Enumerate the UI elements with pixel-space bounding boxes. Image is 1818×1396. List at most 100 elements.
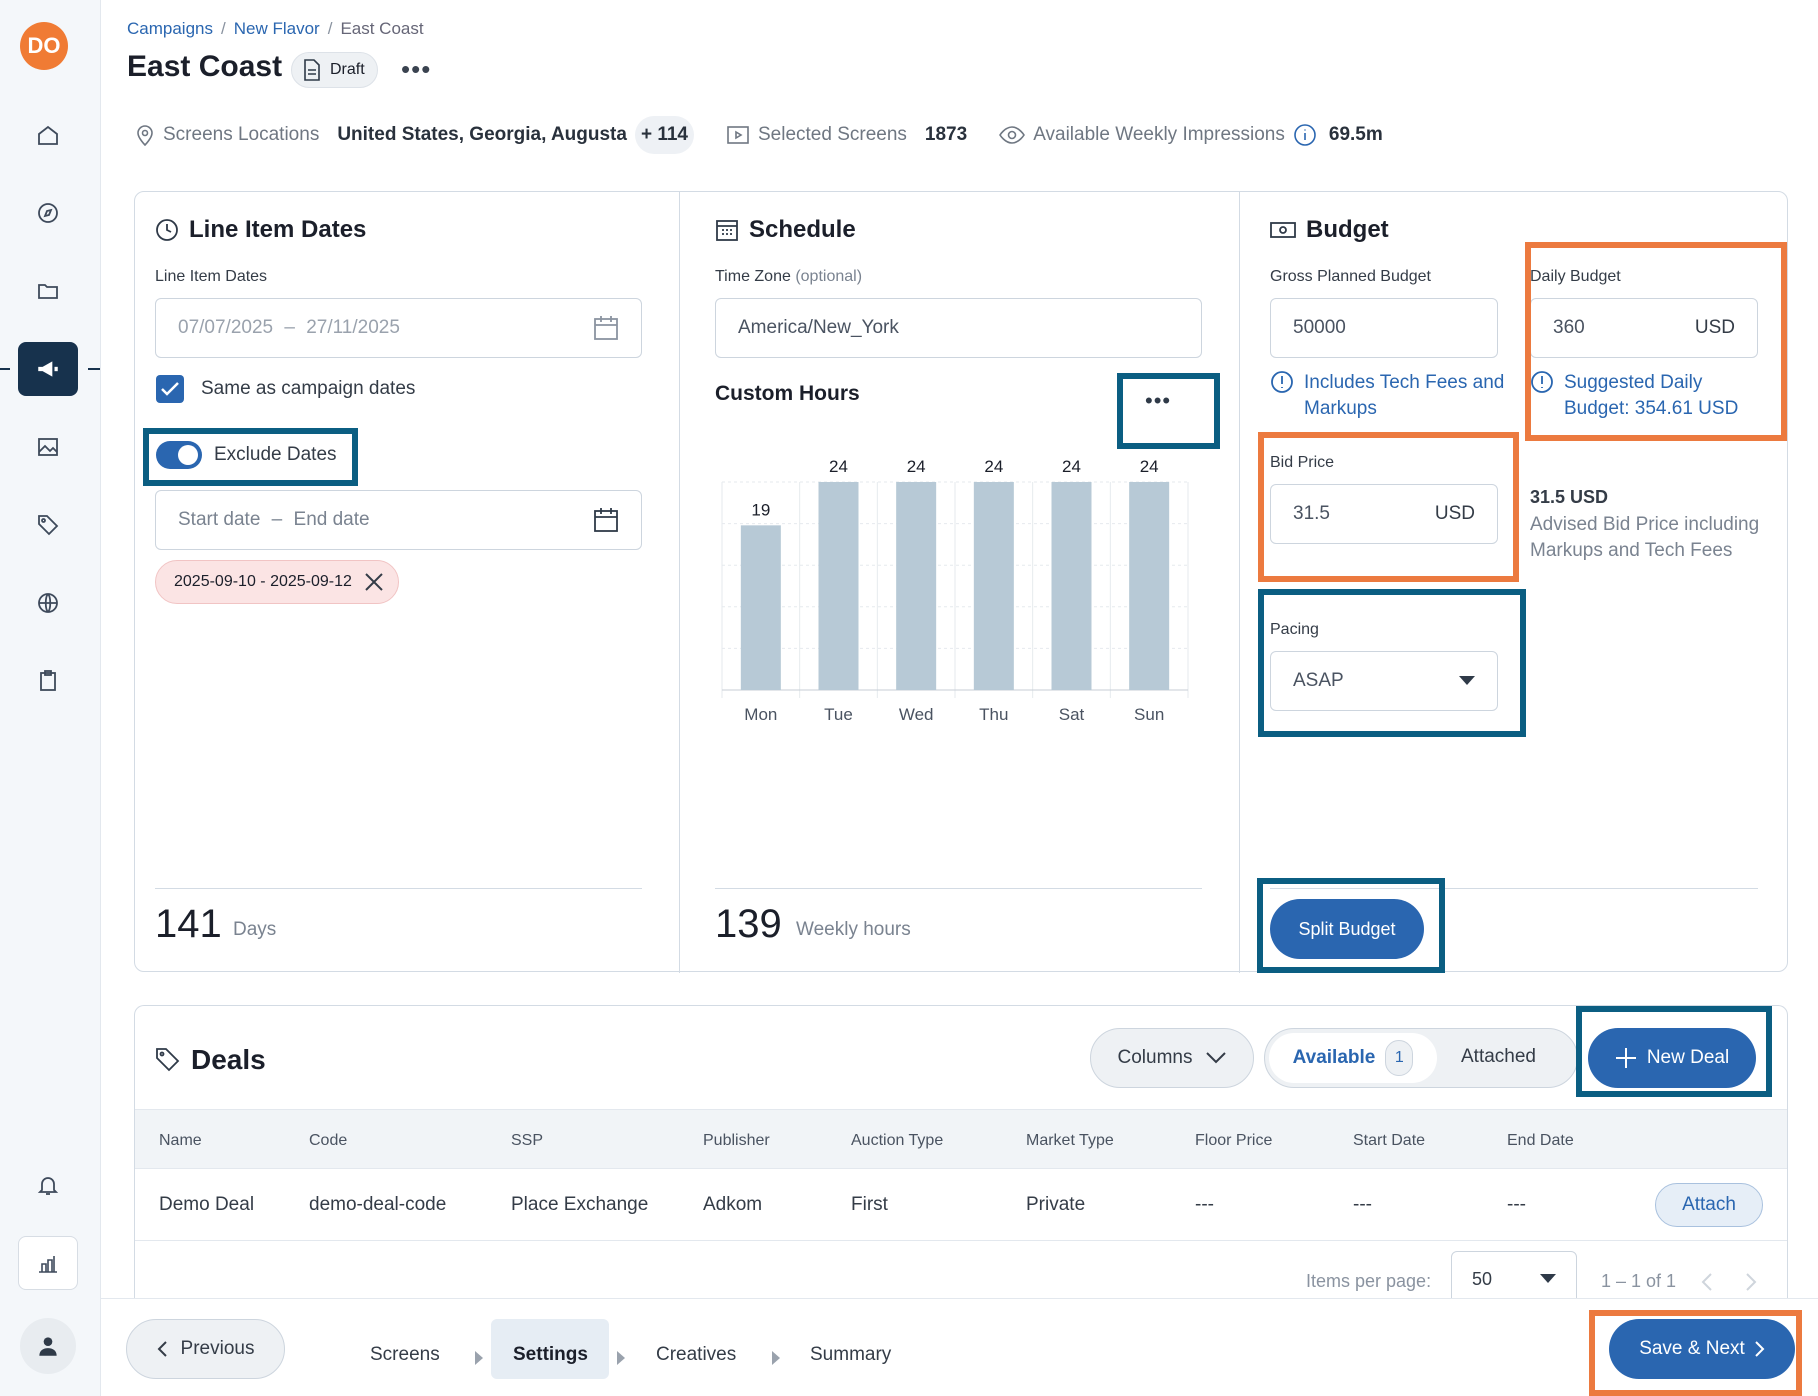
col-floor-price[interactable]: Floor Price (1195, 1132, 1272, 1150)
attach-button[interactable]: Attach (1655, 1183, 1763, 1227)
page-title: East Coast (127, 50, 283, 83)
deals-heading: Deals (155, 1044, 266, 1076)
tags-icon (156, 1048, 180, 1072)
col-start-date[interactable]: Start Date (1353, 1132, 1425, 1150)
more-options-button[interactable]: ••• (401, 54, 431, 85)
dropdown-arrow-icon (1540, 1274, 1556, 1283)
custom-hours-label: Custom Hours (715, 382, 860, 405)
breadcrumb-current: East Coast (340, 19, 424, 38)
timezone-label-text: Time Zone (715, 268, 791, 285)
deal-publisher: Adkom (703, 1194, 763, 1215)
tab-attached[interactable]: Attached (1461, 1046, 1536, 1068)
col-code[interactable]: Code (309, 1132, 347, 1150)
bar-value-label: 24 (984, 457, 1003, 476)
plus-icon (1615, 1048, 1636, 1068)
breadcrumb-new-flavor[interactable]: New Flavor (234, 19, 320, 38)
image-icon[interactable] (18, 420, 78, 474)
locations-value: United States, Georgia, Augusta (337, 124, 627, 145)
home-icon[interactable] (18, 108, 78, 162)
available-count-badge: 1 (1385, 1040, 1414, 1076)
breadcrumb-separator: / (327, 19, 333, 38)
step-settings[interactable]: Settings (513, 1344, 588, 1366)
chevron-left-icon (157, 1341, 167, 1357)
col-market-type[interactable]: Market Type (1026, 1132, 1114, 1150)
active-indicator-right (88, 368, 100, 370)
deal-auction-type: First (851, 1194, 888, 1215)
deal-start-date: --- (1353, 1194, 1372, 1215)
bid-price-input[interactable]: 31.5 USD (1270, 484, 1498, 544)
user-icon[interactable] (20, 1318, 76, 1374)
alert-circle-icon (1271, 371, 1293, 393)
gross-budget-input[interactable]: 50000 (1270, 298, 1498, 358)
split-budget-button[interactable]: Split Budget (1270, 899, 1424, 959)
gross-budget-label: Gross Planned Budget (1270, 268, 1431, 285)
deal-floor-price: --- (1195, 1194, 1214, 1215)
bid-price-unit: USD (1434, 503, 1475, 524)
step-arrow (772, 1351, 780, 1365)
checkmark-icon (161, 382, 179, 396)
deals-table-header: Name Code SSP Publisher Auction Type Mar… (135, 1109, 1787, 1169)
footer-stepper: Previous Screens Settings Creatives Summ… (101, 1298, 1818, 1396)
col-publisher[interactable]: Publisher (703, 1132, 770, 1150)
tag-icon[interactable] (18, 498, 78, 552)
timezone-input[interactable]: America/New_York (715, 298, 1202, 358)
col-end-date[interactable]: End Date (1507, 1132, 1574, 1150)
clipboard-icon[interactable] (18, 654, 78, 708)
logo[interactable]: DO (20, 22, 68, 70)
save-next-label: Save & Next (1639, 1338, 1745, 1359)
columns-button[interactable]: Columns (1090, 1028, 1254, 1088)
new-deal-button[interactable]: New Deal (1588, 1028, 1756, 1088)
gross-budget-value: 50000 (1293, 317, 1346, 338)
same-as-campaign-checkbox[interactable] (156, 375, 184, 403)
locations-more-badge[interactable]: + 114 (634, 116, 694, 154)
items-per-page-value: 50 (1472, 1268, 1493, 1289)
col-ssp[interactable]: SSP (511, 1132, 543, 1150)
deal-name: Demo Deal (159, 1194, 255, 1215)
folder-icon[interactable] (18, 264, 78, 318)
bar-value-label: 19 (751, 500, 770, 519)
globe-icon[interactable] (18, 576, 78, 630)
close-icon[interactable] (364, 572, 384, 592)
custom-hours-more-button[interactable]: ••• (1145, 388, 1171, 414)
tick-label-sat: Sat (1059, 705, 1085, 724)
bid-price-value: 31.5 (1293, 503, 1330, 524)
line-item-dates-heading: Line Item Dates (155, 216, 366, 244)
start-date-placeholder: Start date (178, 509, 261, 530)
step-creatives[interactable]: Creatives (656, 1344, 736, 1366)
col-name[interactable]: Name (159, 1132, 202, 1150)
megaphone-icon[interactable] (18, 342, 78, 396)
chevron-right-icon[interactable] (1745, 1273, 1757, 1291)
calendar-grid-icon (716, 220, 738, 241)
date-dash: – (271, 509, 283, 530)
deal-market-type: Private (1026, 1194, 1086, 1215)
info-icon[interactable] (1293, 123, 1317, 147)
date-dash: – (284, 317, 295, 338)
step-summary[interactable]: Summary (810, 1344, 891, 1366)
bar-wed (896, 482, 937, 690)
pacing-value: ASAP (1293, 670, 1344, 691)
save-next-button[interactable]: Save & Next (1609, 1319, 1795, 1379)
exclude-date-range-input[interactable]: Start date – End date (155, 490, 642, 550)
settings-card: Line Item Dates Line Item Dates 07/07/20… (134, 191, 1788, 973)
previous-button[interactable]: Previous (126, 1319, 285, 1379)
calendar-icon[interactable] (593, 315, 619, 341)
calendar-icon[interactable] (593, 507, 619, 533)
tab-available[interactable]: Available 1 (1269, 1033, 1437, 1083)
daily-budget-input[interactable]: 360 USD (1530, 298, 1758, 358)
col-auction-type[interactable]: Auction Type (851, 1132, 943, 1150)
breadcrumb-campaigns[interactable]: Campaigns (127, 19, 213, 38)
tab-available-label: Available (1292, 1047, 1376, 1068)
bell-icon[interactable] (18, 1158, 78, 1212)
building-chart-icon[interactable] (18, 1236, 78, 1290)
divider (715, 888, 1202, 889)
line-item-dates-field[interactable]: 07/07/2025 – 27/11/2025 (155, 298, 642, 358)
impressions-label: Available Weekly Impressions (1033, 124, 1285, 145)
pacing-select[interactable]: ASAP (1270, 651, 1498, 711)
step-screens[interactable]: Screens (370, 1344, 440, 1366)
deals-title: Deals (191, 1044, 266, 1075)
chevron-left-icon[interactable] (1701, 1273, 1713, 1291)
screens-value: 1873 (924, 124, 968, 145)
compass-icon[interactable] (18, 186, 78, 240)
exclude-dates-toggle[interactable] (156, 441, 202, 469)
advised-bid-value: 31.5 USD (1530, 487, 1609, 507)
